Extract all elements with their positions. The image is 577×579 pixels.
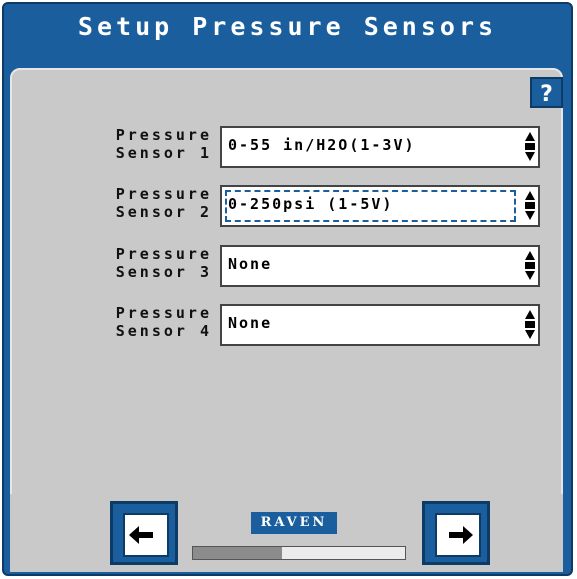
- sensor-4-label-line2: Sensor 4: [115, 322, 212, 340]
- sensor-1-value: 0-55 in/H2O(1-3V): [228, 136, 416, 154]
- sensor-1-select[interactable]: 0-55 in/H2O(1-3V): [220, 126, 540, 168]
- up-down-spinner-icon[interactable]: [524, 191, 536, 221]
- sensor-2-label-line2: Sensor 2: [115, 203, 212, 221]
- sensor-3-label-line2: Sensor 3: [115, 263, 212, 281]
- sensor-3-value: None: [228, 255, 273, 273]
- sensor-1-label-line2: Sensor 1: [115, 144, 212, 162]
- sensor-4-value: None: [228, 314, 273, 332]
- page-title: Setup Pressure Sensors: [77, 12, 498, 41]
- sensor-2-label: Pressure Sensor 2: [90, 185, 212, 221]
- up-down-spinner-icon[interactable]: [524, 310, 536, 340]
- progress-bar: [192, 546, 406, 560]
- help-button[interactable]: ?: [530, 77, 563, 108]
- sensor-3-label-line1: Pressure: [115, 245, 212, 263]
- back-button[interactable]: [110, 501, 178, 565]
- back-arrow-icon: [123, 513, 169, 557]
- sensor-4-select[interactable]: None: [220, 304, 540, 346]
- next-arrow-icon: [435, 513, 481, 557]
- raven-logo: RAVEN: [251, 512, 337, 534]
- sensor-3-label: Pressure Sensor 3: [90, 245, 212, 281]
- sensor-2-value: 0-250psi (1-5V): [228, 195, 394, 213]
- progress-fill: [193, 547, 283, 559]
- sensor-4-label: Pressure Sensor 4: [90, 304, 212, 340]
- sensor-4-label-line1: Pressure: [115, 304, 212, 322]
- sensor-1-label: Pressure Sensor 1: [90, 126, 212, 162]
- sensor-3-select[interactable]: None: [220, 245, 540, 287]
- sensor-2-label-line1: Pressure: [115, 185, 212, 203]
- up-down-spinner-icon[interactable]: [524, 251, 536, 281]
- next-button[interactable]: [422, 501, 490, 565]
- sensor-1-label-line1: Pressure: [115, 126, 212, 144]
- up-down-spinner-icon[interactable]: [524, 132, 536, 162]
- sensor-2-select[interactable]: 0-250psi (1-5V): [220, 185, 540, 227]
